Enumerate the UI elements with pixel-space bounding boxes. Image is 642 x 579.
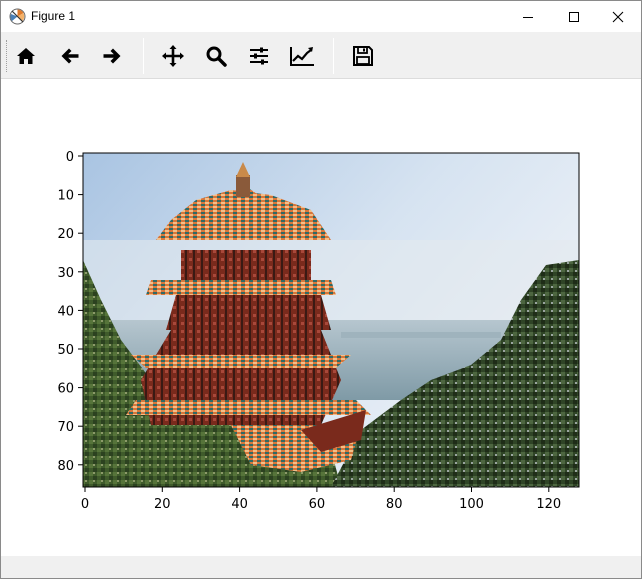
x-tick-label: 100 <box>459 497 484 512</box>
toolbar-grip[interactable] <box>6 40 8 72</box>
y-tick-label: 10 <box>57 189 74 204</box>
window-title: Figure 1 <box>31 9 76 23</box>
y-tick-label: 20 <box>57 227 74 242</box>
x-tick-label: 0 <box>81 497 89 512</box>
maximize-button[interactable] <box>551 1 597 32</box>
x-tick-label: 80 <box>386 497 403 512</box>
y-axis: 0 10 20 30 40 50 60 70 80 <box>57 150 83 474</box>
y-tick-label: 70 <box>57 420 74 435</box>
pan-icon <box>162 45 184 67</box>
x-tick-label: 120 <box>536 497 561 512</box>
status-bar <box>1 556 641 578</box>
y-tick-label: 0 <box>66 150 74 165</box>
figure-window: Figure 1 0 10 20 30 40 50 60 70 80 0 20 … <box>0 0 642 579</box>
save-icon <box>353 46 373 66</box>
figure-canvas[interactable]: 0 10 20 30 40 50 60 70 80 0 20 40 60 80 … <box>1 80 641 556</box>
zoom-button[interactable] <box>201 41 231 71</box>
forward-icon <box>103 48 121 64</box>
x-tick-label: 60 <box>309 497 326 512</box>
forward-button[interactable] <box>97 41 127 71</box>
y-tick-label: 50 <box>57 343 74 358</box>
toolbar-separator <box>143 38 144 74</box>
matplotlib-icon <box>9 8 26 25</box>
title-bar[interactable]: Figure 1 <box>1 1 641 32</box>
zoom-icon <box>206 46 227 67</box>
toolbar-separator <box>333 38 334 74</box>
navigation-toolbar <box>1 32 641 79</box>
y-tick-label: 80 <box>57 459 74 474</box>
back-button[interactable] <box>55 41 85 71</box>
x-axis: 0 20 40 60 80 100 120 <box>81 487 561 512</box>
customize-icon <box>290 47 314 66</box>
maximize-icon <box>569 11 579 22</box>
y-tick-label: 60 <box>57 382 74 397</box>
close-icon <box>612 11 624 22</box>
home-icon <box>17 48 35 64</box>
close-button[interactable] <box>595 1 641 32</box>
save-button[interactable] <box>348 41 378 71</box>
image <box>83 153 579 487</box>
home-button[interactable] <box>11 41 41 71</box>
customize-button[interactable] <box>287 41 317 71</box>
back-icon <box>61 48 79 64</box>
pan-button[interactable] <box>158 41 188 71</box>
minimize-icon <box>523 16 533 18</box>
y-tick-label: 40 <box>57 304 74 319</box>
y-tick-label: 30 <box>57 266 74 281</box>
subplots-button[interactable] <box>244 41 274 71</box>
x-tick-label: 40 <box>231 497 248 512</box>
x-tick-label: 20 <box>154 497 171 512</box>
plot-area[interactable]: 0 10 20 30 40 50 60 70 80 0 20 40 60 80 … <box>1 80 641 556</box>
subplots-icon <box>250 47 268 65</box>
minimize-button[interactable] <box>505 1 551 32</box>
